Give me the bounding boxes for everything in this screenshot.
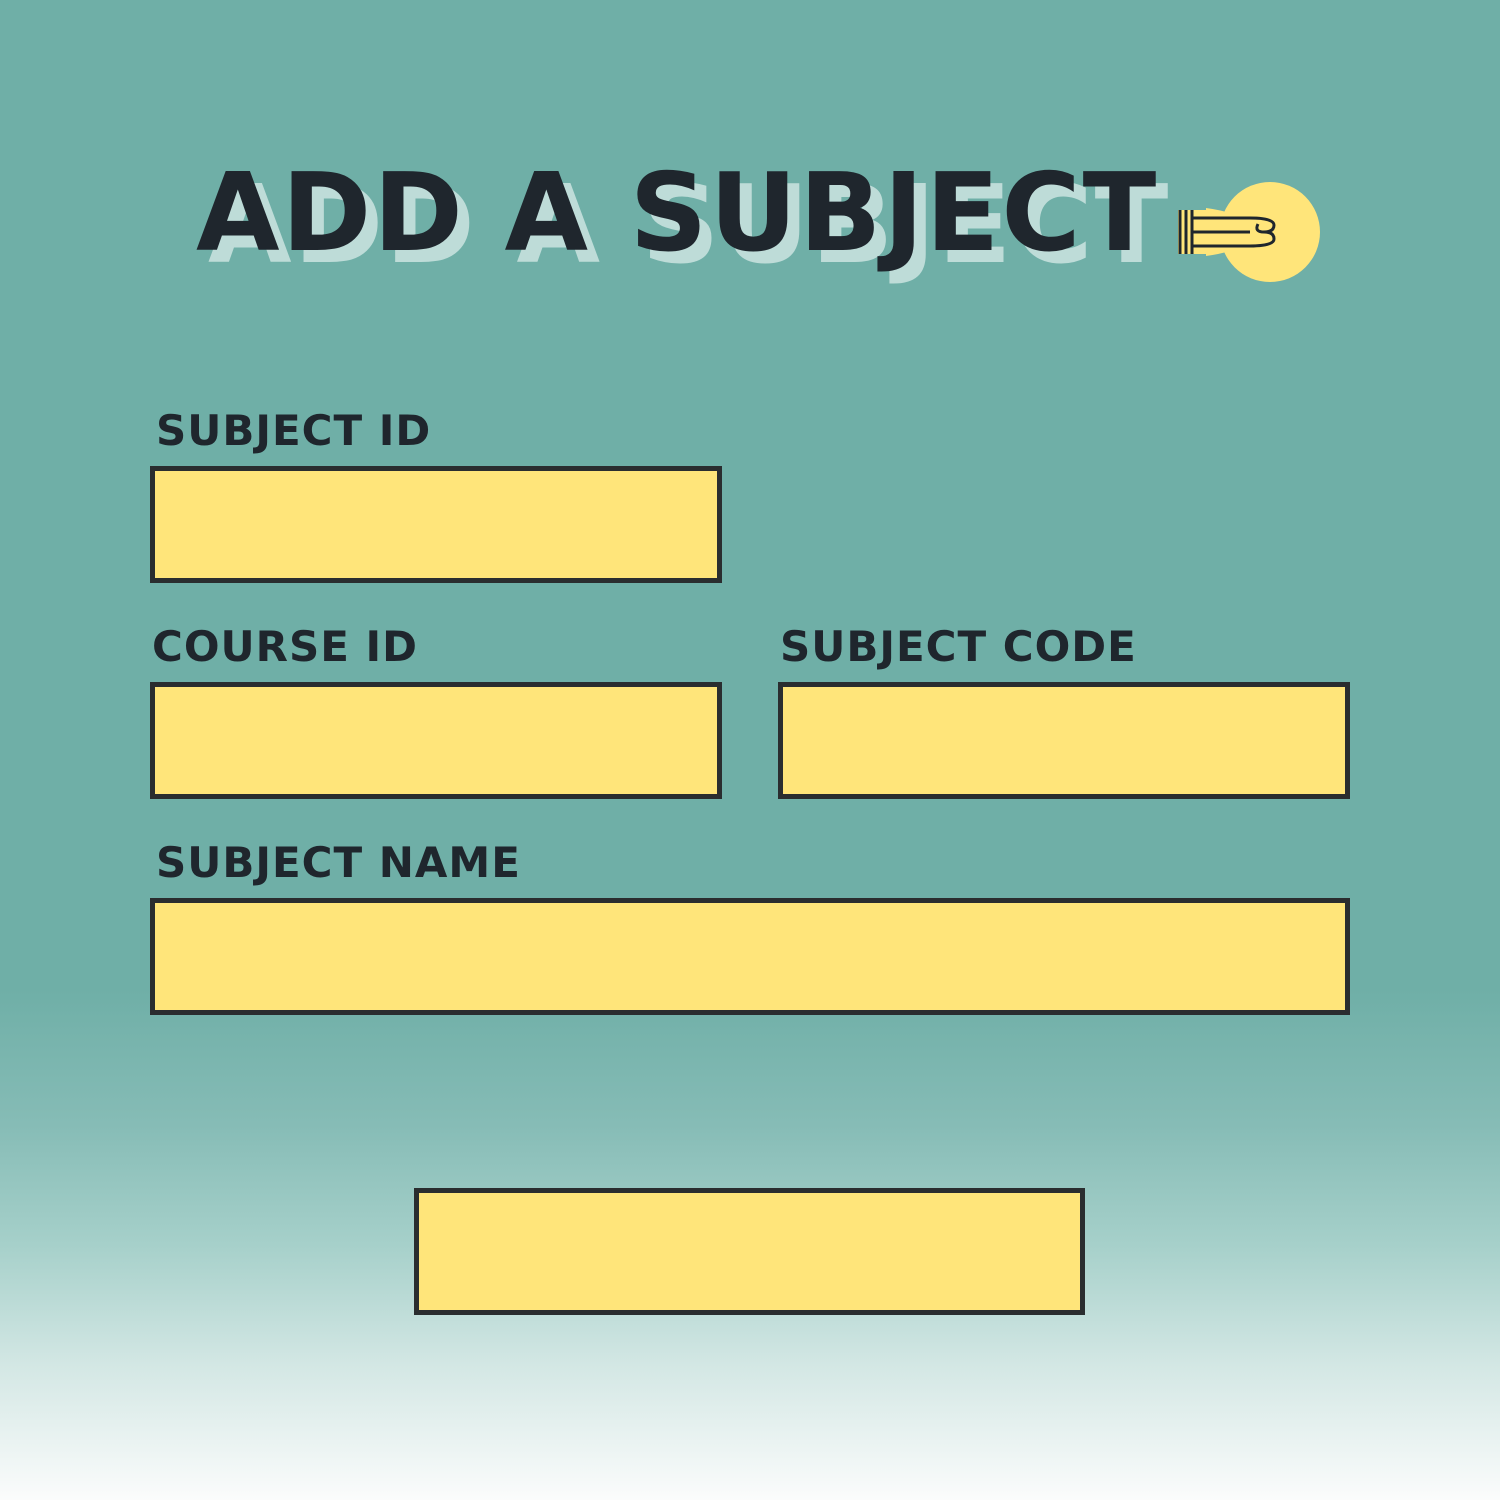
subject-id-input[interactable] [150,466,722,583]
subject-id-label: SUBJECT ID [156,406,432,455]
subject-code-input[interactable] [778,682,1350,799]
subject-name-input[interactable] [150,898,1350,1015]
subject-name-label: SUBJECT NAME [156,838,521,887]
course-id-input[interactable] [150,682,722,799]
subject-code-label: SUBJECT CODE [780,622,1137,671]
course-id-label: COURSE ID [152,622,419,671]
submit-button[interactable] [414,1188,1085,1315]
lightbulb-icon [1178,182,1320,282]
page-title: ADD A SUBJECT [196,151,1159,276]
